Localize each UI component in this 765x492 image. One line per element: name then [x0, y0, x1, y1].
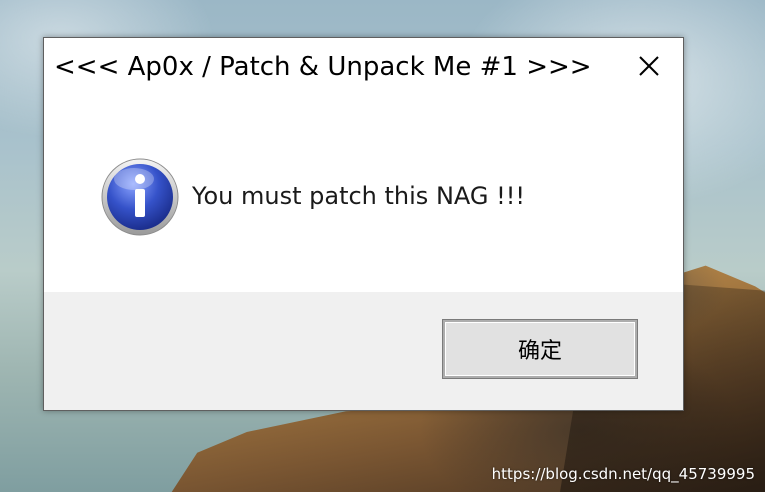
dialog-footer: 确定: [44, 292, 683, 410]
title-bar[interactable]: <<< Ap0x / Patch & Unpack Me #1 >>>: [44, 38, 683, 96]
information-icon: [101, 158, 179, 236]
close-button[interactable]: [631, 48, 667, 84]
message-dialog: <<< Ap0x / Patch & Unpack Me #1 >>> You …: [43, 37, 684, 411]
ok-button[interactable]: 确定: [443, 320, 637, 378]
close-icon: [639, 56, 659, 76]
dialog-content: You must patch this NAG !!!: [44, 96, 683, 292]
dialog-message: You must patch this NAG !!!: [192, 182, 525, 210]
dialog-title: <<< Ap0x / Patch & Unpack Me #1 >>>: [54, 52, 592, 82]
watermark-text: https://blog.csdn.net/qq_45739995: [491, 465, 755, 483]
